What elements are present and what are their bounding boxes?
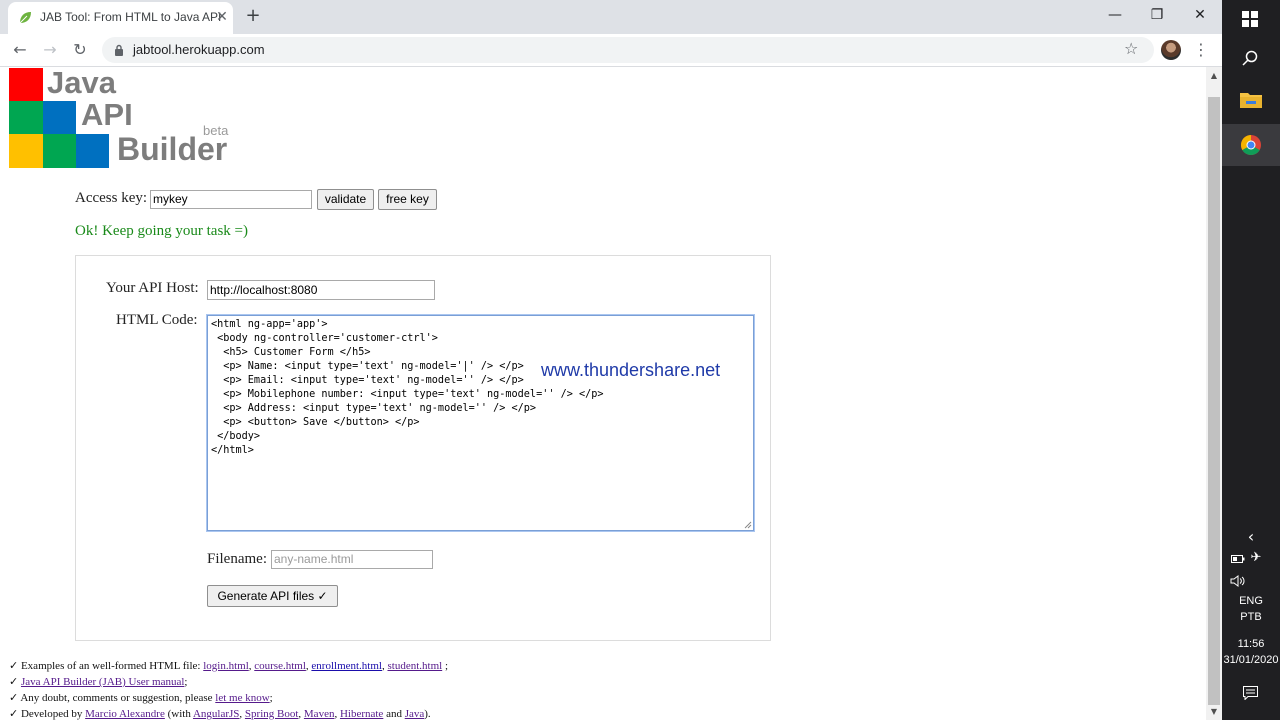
status-message: Ok! Keep going your task =) bbox=[75, 223, 249, 239]
resize-grip-icon[interactable] bbox=[744, 521, 752, 529]
logo-beta: beta bbox=[203, 123, 229, 138]
code-line: </body> bbox=[211, 431, 261, 442]
new-tab-button[interactable]: + bbox=[243, 6, 263, 26]
close-window-button[interactable]: ✕ bbox=[1180, 4, 1220, 28]
chrome-icon[interactable] bbox=[1241, 135, 1261, 155]
link-spring-boot[interactable]: Spring Boot bbox=[245, 708, 298, 720]
volume-icon[interactable] bbox=[1230, 574, 1246, 588]
tab-close-icon[interactable]: ✕ bbox=[212, 7, 232, 27]
notifications-icon[interactable] bbox=[1243, 686, 1258, 700]
bookmark-star-icon[interactable]: ☆ bbox=[1124, 39, 1138, 58]
code-line: </html> bbox=[211, 445, 254, 456]
code-line: <p> Address: <input type='text' ng-model… bbox=[211, 403, 537, 414]
footer-credits: ✓ Developed by Marcio Alexandre (with An… bbox=[9, 708, 431, 720]
tab-title: JAB Tool: From HTML to Java API bbox=[40, 10, 222, 24]
access-key-input[interactable]: mykey bbox=[150, 190, 312, 209]
code-line: <p> <button> Save </button> </p> bbox=[211, 417, 420, 428]
link-java[interactable]: Java bbox=[405, 708, 425, 720]
link-user-manual[interactable]: Java API Builder (JAB) User manual bbox=[21, 676, 184, 688]
show-hidden-icons-chevron-icon[interactable]: ‹ bbox=[1222, 527, 1280, 546]
clock-date[interactable]: 31/01/2020 bbox=[1222, 654, 1280, 666]
link-let-me-know[interactable]: let me know bbox=[215, 692, 269, 704]
free-key-button[interactable]: free key bbox=[378, 189, 437, 210]
clock-time[interactable]: 11:56 bbox=[1222, 638, 1280, 650]
link-course-html[interactable]: course.html bbox=[254, 660, 306, 672]
airplane-mode-icon[interactable]: ✈ bbox=[1236, 550, 1276, 565]
back-button[interactable]: ← bbox=[9, 39, 31, 61]
footer-examples: ✓ Examples of an well-formed HTML file: … bbox=[9, 660, 448, 672]
scroll-thumb[interactable] bbox=[1208, 97, 1220, 705]
reload-button[interactable]: ↻ bbox=[69, 39, 91, 61]
code-line: <p> Mobilephone number: <input type='tex… bbox=[211, 389, 604, 400]
language-primary[interactable]: ENG bbox=[1222, 595, 1280, 607]
browser-tab[interactable]: JAB Tool: From HTML to Java API ✕ bbox=[8, 2, 233, 34]
scroll-down-arrow-icon[interactable]: ▼ bbox=[1206, 707, 1222, 716]
address-bar[interactable]: jabtool.herokuapp.com ☆ bbox=[102, 37, 1154, 63]
link-angularjs[interactable]: AngularJS bbox=[193, 708, 239, 720]
windows-taskbar: ‹ ✈ ENG PTB 11:56 31/01/2020 bbox=[1222, 0, 1280, 720]
url-text: jabtool.herokuapp.com bbox=[133, 42, 265, 57]
browser-toolbar: ← → ↻ jabtool.herokuapp.com ☆ ⋮ bbox=[0, 34, 1222, 67]
logo-word-api: API bbox=[81, 97, 133, 132]
watermark-text: www.thundershare.net bbox=[541, 360, 721, 380]
filename-input[interactable]: any-name.html bbox=[271, 550, 433, 569]
windows-start-icon[interactable] bbox=[1242, 11, 1258, 27]
code-line: <p> Name: <input type='text' ng-model='|… bbox=[211, 361, 524, 372]
minimize-button[interactable]: — bbox=[1095, 4, 1135, 28]
code-line: <html ng-app='app'> bbox=[211, 319, 328, 330]
file-explorer-icon[interactable] bbox=[1240, 90, 1262, 108]
footer-manual: ✓ Java API Builder (JAB) User manual; bbox=[9, 676, 188, 688]
forward-button[interactable]: → bbox=[39, 39, 61, 61]
link-login-html[interactable]: login.html bbox=[203, 660, 249, 672]
filename-label: Filename: bbox=[207, 551, 267, 567]
api-host-input[interactable]: http://localhost:8080 bbox=[207, 280, 435, 300]
code-line: <body ng-controller='customer-ctrl'> bbox=[211, 333, 438, 344]
form-panel: Your API Host: http://localhost:8080 HTM… bbox=[75, 255, 771, 641]
leaf-favicon-icon bbox=[19, 12, 31, 24]
link-student-html[interactable]: student.html bbox=[387, 660, 442, 672]
logo-word-java: Java bbox=[47, 67, 116, 100]
page-scrollbar[interactable]: ▲ ▼ bbox=[1206, 67, 1222, 720]
browser-menu-icon[interactable]: ⋮ bbox=[1193, 40, 1209, 60]
html-code-label: HTML Code: bbox=[116, 312, 198, 328]
lock-icon bbox=[115, 44, 123, 56]
profile-avatar[interactable] bbox=[1161, 40, 1181, 60]
search-icon[interactable] bbox=[1242, 50, 1258, 66]
link-hibernate[interactable]: Hibernate bbox=[340, 708, 383, 720]
link-author[interactable]: Marcio Alexandre bbox=[85, 708, 165, 720]
link-maven[interactable]: Maven bbox=[304, 708, 335, 720]
page-viewport: Java API Builder beta Access key: mykey … bbox=[0, 67, 1206, 720]
access-key-label: Access key: bbox=[75, 190, 148, 206]
footer-contact: ✓ Any doubt, comments or suggestion, ple… bbox=[9, 692, 273, 704]
html-code-textarea[interactable]: <html ng-app='app'> <body ng-controller=… bbox=[207, 315, 754, 531]
generate-api-files-button[interactable]: Generate API files ✓ bbox=[207, 585, 338, 607]
scroll-up-arrow-icon[interactable]: ▲ bbox=[1206, 71, 1222, 80]
code-line: <h5> Customer Form </h5> bbox=[211, 347, 371, 358]
code-line: <p> Email: <input type='text' ng-model='… bbox=[211, 375, 524, 386]
api-host-label: Your API Host: bbox=[106, 280, 199, 296]
language-secondary[interactable]: PTB bbox=[1222, 611, 1280, 623]
link-enrollment-html[interactable]: enrollment.html bbox=[311, 660, 382, 672]
restore-button[interactable]: ❐ bbox=[1137, 4, 1177, 28]
validate-button[interactable]: validate bbox=[317, 189, 374, 210]
browser-tab-bar: JAB Tool: From HTML to Java API ✕ + — ❐ … bbox=[0, 0, 1222, 34]
